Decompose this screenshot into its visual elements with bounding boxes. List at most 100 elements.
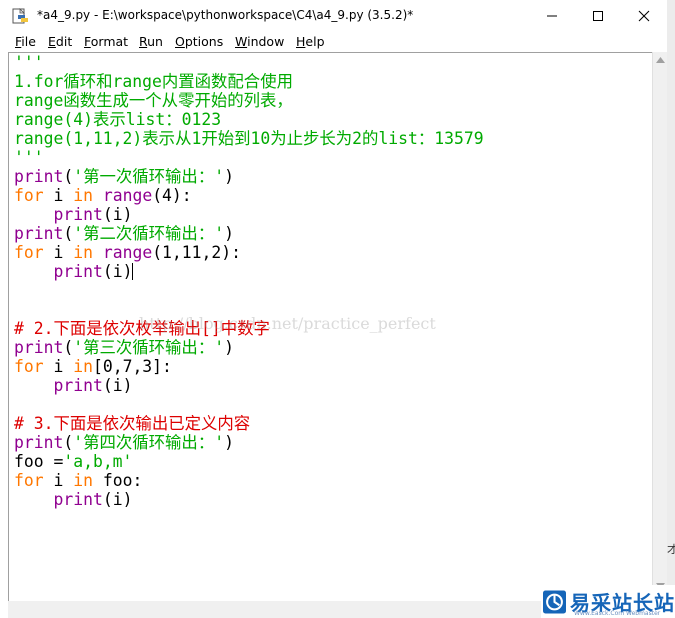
code-line[interactable]: for i in[0,7,3]: [14, 357, 484, 376]
code-token: '第四次循环输出：' [73, 433, 225, 452]
menu-format-label: ormat [90, 34, 129, 49]
code-token: for [14, 243, 44, 262]
code-token: (i) [102, 376, 133, 395]
code-token: in [73, 243, 93, 262]
menu-options[interactable]: Options [175, 34, 223, 49]
code-line[interactable]: print(i) [14, 490, 484, 509]
code-token: print [53, 205, 103, 224]
menu-run-accel: R [139, 34, 148, 49]
code-line[interactable]: print('第三次循环输出：') [14, 338, 484, 357]
code-line[interactable]: # 3.下面是依次输出已定义内容 [14, 414, 484, 433]
text-cursor [132, 263, 134, 280]
code-token: foo: [92, 471, 143, 490]
menu-options-accel: O [175, 34, 185, 49]
code-token: for [14, 471, 44, 490]
code-token: range(4)表示list：0123 [14, 110, 222, 129]
code-token: ''' [14, 53, 44, 72]
code-line[interactable]: print('第一次循环输出：') [14, 167, 484, 186]
code-token: print [14, 224, 64, 243]
code-line[interactable]: range(4)表示list：0123 [14, 110, 484, 129]
minimize-button[interactable] [529, 0, 575, 32]
code-token: ''' [14, 148, 44, 167]
code-line[interactable]: print(i) [14, 262, 484, 281]
code-token: print [14, 433, 64, 452]
maximize-button[interactable] [575, 0, 621, 32]
code-line[interactable]: print('第四次循环输出：') [14, 433, 484, 452]
code-token: ( [63, 433, 74, 452]
logo-mark-icon [543, 590, 566, 613]
code-token: 1.for循环和range内置函数配合使用 [14, 72, 293, 91]
minimize-icon [547, 15, 557, 17]
code-token: print [53, 262, 103, 281]
menu-format[interactable]: Format [84, 34, 128, 49]
code-line[interactable]: for i in range(1,11,2): [14, 243, 484, 262]
menu-help-accel: H [296, 34, 306, 49]
menu-format-accel: F [84, 34, 91, 49]
code-line[interactable]: for i in foo: [14, 471, 484, 490]
code-token: [0,7,3]: [92, 357, 172, 376]
close-button[interactable] [621, 0, 667, 32]
code-token: (i) [102, 205, 133, 224]
code-token: ) [224, 433, 234, 452]
code-token: for [14, 357, 44, 376]
code-token: print [14, 167, 64, 186]
code-editor[interactable]: ''' 1.for循环和range内置函数配合使用 range函数生成一个从零开始的… [8, 52, 669, 603]
title-bar[interactable]: *a4_9.py - E:\workspace\pythonworkspace\… [0, 0, 667, 32]
menu-options-label: ptions [184, 34, 224, 49]
code-line[interactable]: for i in range(4): [14, 186, 484, 205]
menu-bar: File Edit Format Run Options Window Help [0, 32, 667, 52]
code-line[interactable]: print('第二次循环输出：') [14, 224, 484, 243]
menu-window[interactable]: Window [235, 34, 284, 49]
menu-help[interactable]: Help [296, 34, 325, 49]
code-token: 'a,b,m' [63, 452, 133, 471]
code-line[interactable]: print(i) [14, 205, 484, 224]
scroll-up-arrow-icon[interactable] [656, 57, 665, 63]
menu-window-accel: W [235, 34, 248, 49]
window-title: *a4_9.py - E:\workspace\pythonworkspace\… [37, 8, 414, 22]
background-text-fragment: 才 [667, 543, 675, 556]
code-line[interactable]: ''' [14, 53, 484, 72]
code-line[interactable]: foo ='a,b,m' [14, 452, 484, 471]
code-token: ) [224, 338, 234, 357]
code-token: range [102, 243, 153, 262]
code-line[interactable]: 1.for循环和range内置函数配合使用 [14, 72, 484, 91]
code-line[interactable] [14, 281, 484, 300]
python-file-icon [12, 8, 28, 24]
code-token: ) [224, 167, 234, 186]
code-token: i [43, 357, 74, 376]
code-token: ) [224, 224, 234, 243]
code-token: foo = [14, 452, 64, 471]
menu-edit-label: dit [55, 34, 73, 49]
menu-run[interactable]: Run [139, 34, 163, 49]
code-token: # 3.下面是依次输出已定义内容 [14, 414, 251, 433]
code-token: print [14, 338, 64, 357]
code-token: (i) [102, 490, 133, 509]
code-line[interactable]: print(i) [14, 376, 484, 395]
code-token: range函数生成一个从零开始的列表， [14, 91, 293, 110]
code-text[interactable]: ''' 1.for循环和range内置函数配合使用 range函数生成一个从零开始的… [14, 53, 484, 509]
code-line[interactable]: range函数生成一个从零开始的列表， [14, 91, 484, 110]
code-token: i [43, 186, 74, 205]
maximize-icon [593, 11, 603, 21]
code-token: '第二次循环输出：' [73, 224, 225, 243]
code-token: '第一次循环输出：' [73, 167, 225, 186]
vertical-scrollbar[interactable] [652, 52, 668, 601]
menu-edit[interactable]: Edit [48, 34, 72, 49]
menu-file[interactable]: File [15, 34, 36, 49]
code-token: print [53, 490, 103, 509]
background-window-edge [667, 0, 675, 618]
code-token: i [43, 243, 74, 262]
menu-edit-accel: E [48, 34, 56, 49]
code-line[interactable] [14, 395, 484, 414]
code-token: ( [63, 167, 74, 186]
code-token: '第三次循环输出：' [73, 338, 225, 357]
menu-file-label: ile [21, 34, 36, 49]
code-line[interactable]: ''' [14, 148, 484, 167]
code-line[interactable]: range(1,11,2)表示从1开始到10为止步长为2的list：13579 [14, 129, 484, 148]
menu-help-label: elp [305, 34, 325, 49]
logo-subtext: Www.Easck.Com Webmaster [574, 610, 661, 617]
